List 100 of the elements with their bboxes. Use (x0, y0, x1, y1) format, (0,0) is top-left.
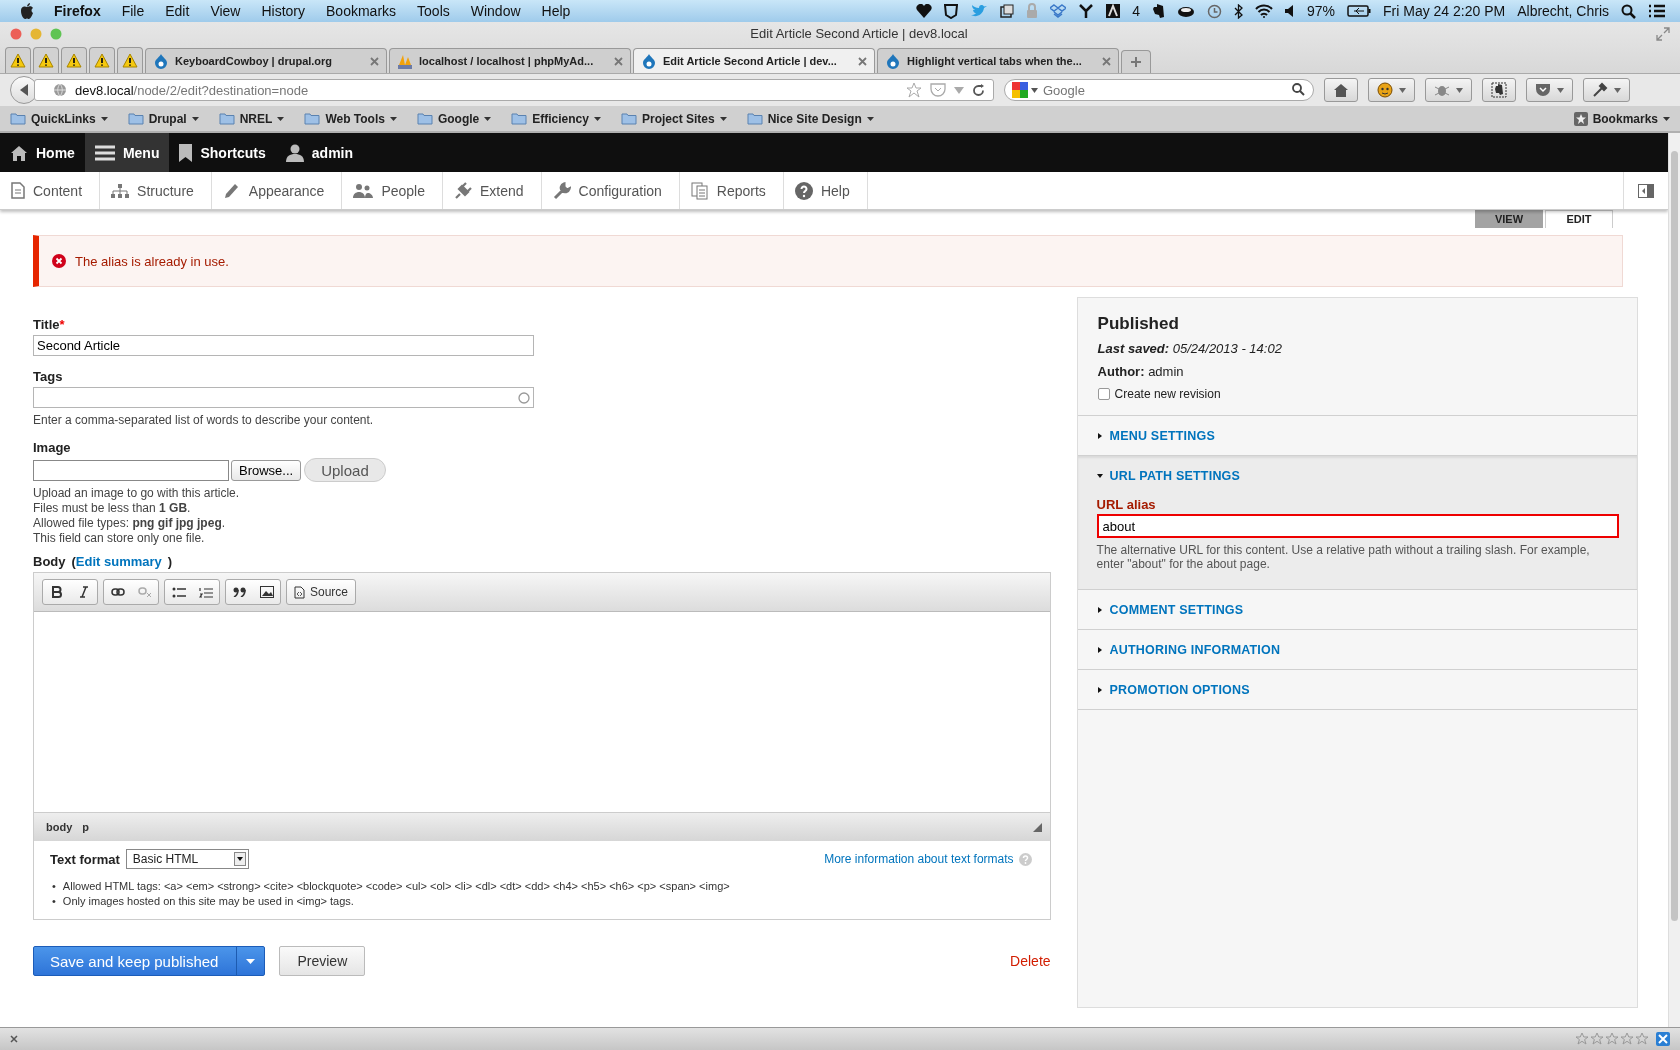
app-menu[interactable]: Firefox (54, 3, 101, 19)
speaker-icon[interactable] (1285, 5, 1295, 17)
resize-handle-icon[interactable] (1032, 822, 1042, 832)
admin-menu-item[interactable]: Appearance (211, 172, 343, 209)
admin-menu-item[interactable]: Configuration (541, 172, 680, 209)
admin-menu-item[interactable]: People (342, 172, 443, 209)
save-button[interactable]: Save and keep published (33, 946, 266, 976)
section-toggle[interactable]: PROMOTION OPTIONS (1077, 670, 1637, 709)
home-button[interactable] (1324, 78, 1358, 102)
admin-menu-item[interactable]: Structure (100, 172, 212, 209)
caret-icon[interactable] (246, 958, 256, 964)
preview-button[interactable]: Preview (279, 946, 366, 976)
bookmark-folder[interactable]: Google (416, 111, 492, 126)
menu-item[interactable]: Bookmarks (326, 3, 397, 19)
page-tab[interactable]: VIEW (1475, 210, 1543, 228)
apple-icon[interactable] (20, 3, 34, 19)
bookmark-folder[interactable]: Web Tools (304, 111, 397, 126)
battery-icon[interactable] (1347, 5, 1372, 17)
bookmark-folder[interactable]: Nice Site Design (746, 111, 874, 126)
element-path-item[interactable]: body (46, 821, 73, 833)
admin-menu-item[interactable]: Extend (442, 172, 542, 209)
bookmark-folder[interactable]: NREL (218, 111, 285, 126)
bookmark-folder[interactable]: QuickLinks (10, 111, 108, 126)
menu-item[interactable]: View (210, 3, 241, 19)
browser-tab[interactable]: localhost / localhost | phpMyAd... (389, 48, 631, 73)
pinned-tab[interactable] (117, 47, 143, 73)
menu-item[interactable]: History (261, 3, 306, 19)
wifi-icon[interactable] (1255, 4, 1273, 18)
toolbar-tab[interactable]: Home (0, 133, 85, 172)
file-field[interactable] (33, 459, 229, 481)
pinned-tab[interactable] (61, 47, 87, 73)
window-icon[interactable] (1000, 4, 1015, 18)
element-path-item[interactable]: p (82, 821, 89, 833)
upload-button[interactable]: Upload (304, 458, 386, 482)
close-icon[interactable] (10, 1035, 18, 1043)
checkbox-label[interactable]: Create new revision (1114, 387, 1221, 401)
cup-icon[interactable] (1177, 4, 1195, 18)
section-toggle[interactable]: URL PATH SETTINGS (1077, 456, 1637, 495)
menubar-clock[interactable]: Fri May 24 2:20 PM (1383, 3, 1506, 19)
admin-menu-item[interactable]: Content (0, 172, 101, 209)
search-icon[interactable] (1292, 83, 1305, 96)
checkbox[interactable] (1097, 388, 1110, 400)
addon-bar-icon[interactable] (1656, 1032, 1670, 1046)
browser-tab[interactable]: Edit Article Second Article | dev... (633, 48, 875, 73)
close-icon[interactable] (858, 56, 867, 66)
star-icon[interactable] (906, 82, 922, 98)
title-field[interactable]: Second Article (33, 335, 534, 356)
tags-field[interactable] (33, 387, 534, 408)
bookmarks-menu[interactable]: Bookmarks (1573, 111, 1670, 126)
source-button[interactable]: Source (287, 580, 356, 604)
menu-item[interactable]: Edit (165, 3, 190, 19)
toolbar-tab[interactable]: admin (275, 133, 364, 172)
browse-button[interactable]: Browse... (231, 459, 302, 481)
addon-button[interactable] (1583, 78, 1630, 102)
delete-link[interactable]: Delete (1010, 953, 1051, 969)
user-name[interactable]: Albrecht, Chris (1517, 3, 1609, 19)
admin-menu-item[interactable]: Reports (679, 172, 784, 209)
addon-button[interactable] (1368, 78, 1415, 102)
admin-menu-item[interactable]: Help (783, 172, 868, 209)
section-toggle[interactable]: AUTHORING INFORMATION (1077, 630, 1637, 669)
bookmark-folder[interactable]: Drupal (127, 111, 199, 126)
menu-item[interactable]: Window (470, 3, 521, 19)
edit-summary-link[interactable]: Edit summary (75, 554, 162, 569)
dropdown-caret-icon[interactable] (1031, 88, 1038, 93)
section-toggle[interactable]: MENU SETTINGS (1077, 416, 1637, 455)
heart-icon[interactable] (916, 4, 933, 18)
close-icon[interactable] (1102, 56, 1111, 66)
reload-icon[interactable] (972, 83, 985, 97)
fullscreen-icon[interactable] (1656, 26, 1670, 41)
url-alias-field[interactable]: about (1096, 514, 1619, 538)
page-tab[interactable]: EDIT (1545, 210, 1613, 228)
toolbar-tab[interactable]: Shortcuts (169, 133, 276, 172)
clock-icon[interactable] (1207, 3, 1222, 19)
addon-button[interactable] (1526, 78, 1573, 102)
bluetooth-icon[interactable] (1234, 3, 1243, 19)
address-bar[interactable]: dev8.local/node/2/edit?destination=node (34, 79, 994, 101)
toolbar-tab[interactable]: Menu (84, 133, 170, 172)
menu-item[interactable]: File (121, 3, 145, 19)
text-format-select[interactable]: Basic HTML (125, 849, 249, 869)
search-field[interactable]: Google (1004, 79, 1314, 101)
browser-tab[interactable]: Highlight vertical tabs when the... (877, 48, 1119, 73)
close-icon[interactable] (614, 56, 623, 66)
pinned-tab[interactable] (89, 47, 115, 73)
menu-item[interactable]: Help (541, 3, 571, 19)
window-controls-icon[interactable] (10, 27, 62, 40)
browser-tab[interactable]: KeyboardCowboy | drupal.org (145, 48, 387, 73)
search-icon[interactable] (1621, 3, 1636, 19)
shield-icon[interactable] (944, 3, 959, 19)
fork-icon[interactable] (1078, 4, 1095, 18)
text-formats-link[interactable]: More information about text formats (824, 852, 1014, 866)
addon-button[interactable] (1482, 78, 1516, 102)
scrollbar[interactable] (1668, 133, 1680, 1027)
bookmark-folder[interactable]: Project Sites (621, 111, 727, 126)
menu-item[interactable]: Tools (417, 3, 450, 19)
list-icon[interactable] (1648, 4, 1666, 18)
close-icon[interactable] (370, 56, 379, 66)
stars-icon[interactable] (1576, 1033, 1650, 1045)
bookmark-folder[interactable]: Efficiency (511, 111, 601, 126)
section-toggle[interactable]: COMMENT SETTINGS (1077, 590, 1637, 629)
new-tab-button[interactable] (1121, 50, 1151, 73)
